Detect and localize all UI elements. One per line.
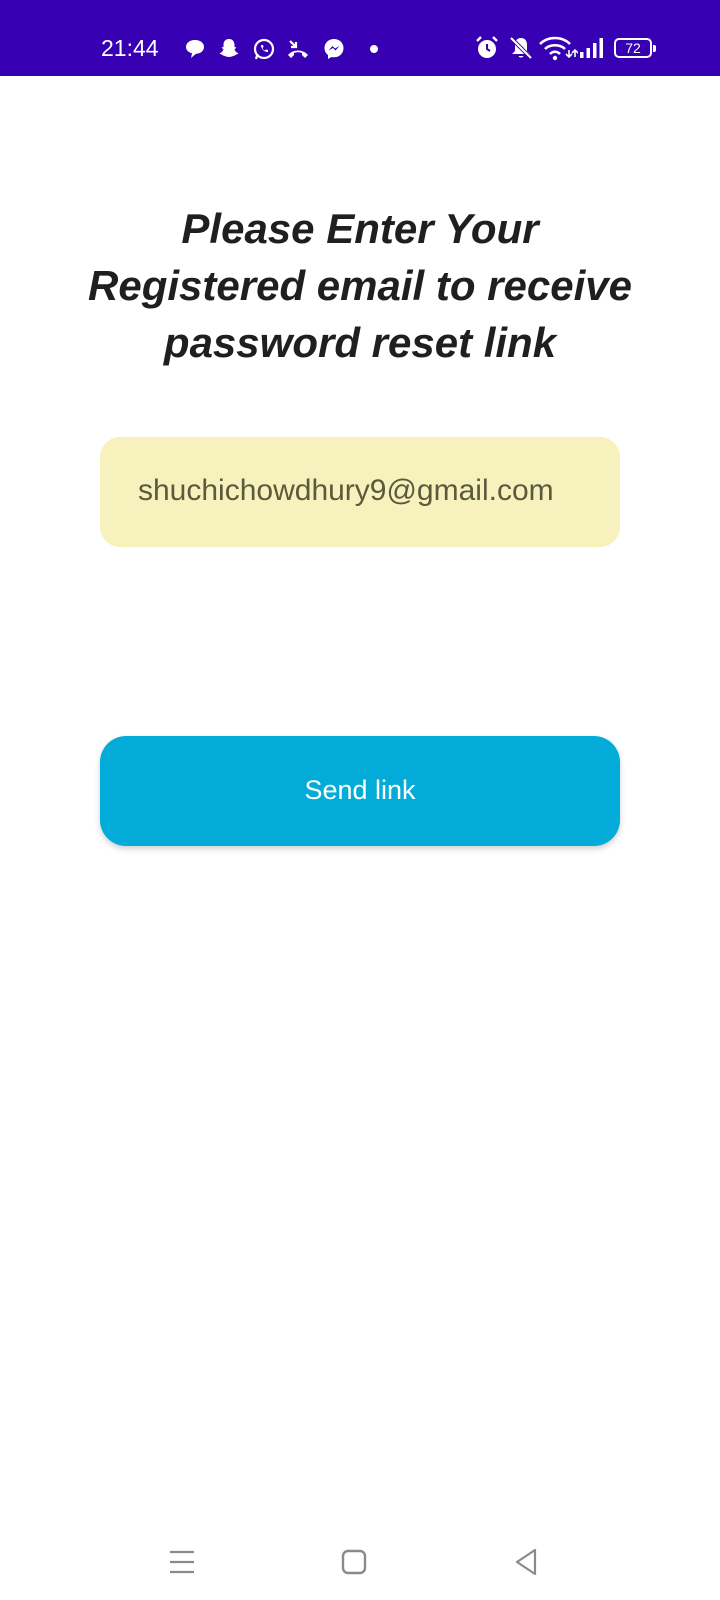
signal-icon: [580, 38, 603, 58]
send-link-button[interactable]: Send link: [100, 736, 620, 846]
title-line-2: Registered email to receive: [88, 262, 632, 309]
snapchat-icon: [219, 39, 239, 57]
email-value: shuchichowdhury9@gmail.com: [138, 474, 554, 507]
title-line-1: Please Enter Your: [181, 205, 539, 252]
menu-icon[interactable]: [162, 1542, 202, 1582]
email-field[interactable]: shuchichowdhury9@gmail.com: [100, 437, 620, 547]
status-time: 21:44: [101, 35, 159, 61]
navigation-bar: [0, 1520, 720, 1600]
chat-bubble-icon: [186, 40, 204, 58]
home-icon[interactable]: [334, 1542, 374, 1582]
dot-icon: [370, 45, 378, 53]
battery-icon: 72: [614, 38, 656, 58]
alarm-icon: [476, 36, 498, 58]
muted-bell-icon: [509, 36, 533, 60]
messenger-icon: [324, 39, 344, 59]
wifi-icon: [539, 36, 578, 61]
title-line-3: password reset link: [163, 319, 557, 366]
missed-call-icon: [288, 40, 308, 58]
send-link-label: Send link: [304, 775, 416, 805]
status-bar: 21:44 72: [0, 0, 720, 76]
back-icon[interactable]: [506, 1542, 546, 1582]
page-title: Please Enter Your Registered email to re…: [40, 200, 680, 371]
whatsapp-icon: [253, 38, 275, 60]
